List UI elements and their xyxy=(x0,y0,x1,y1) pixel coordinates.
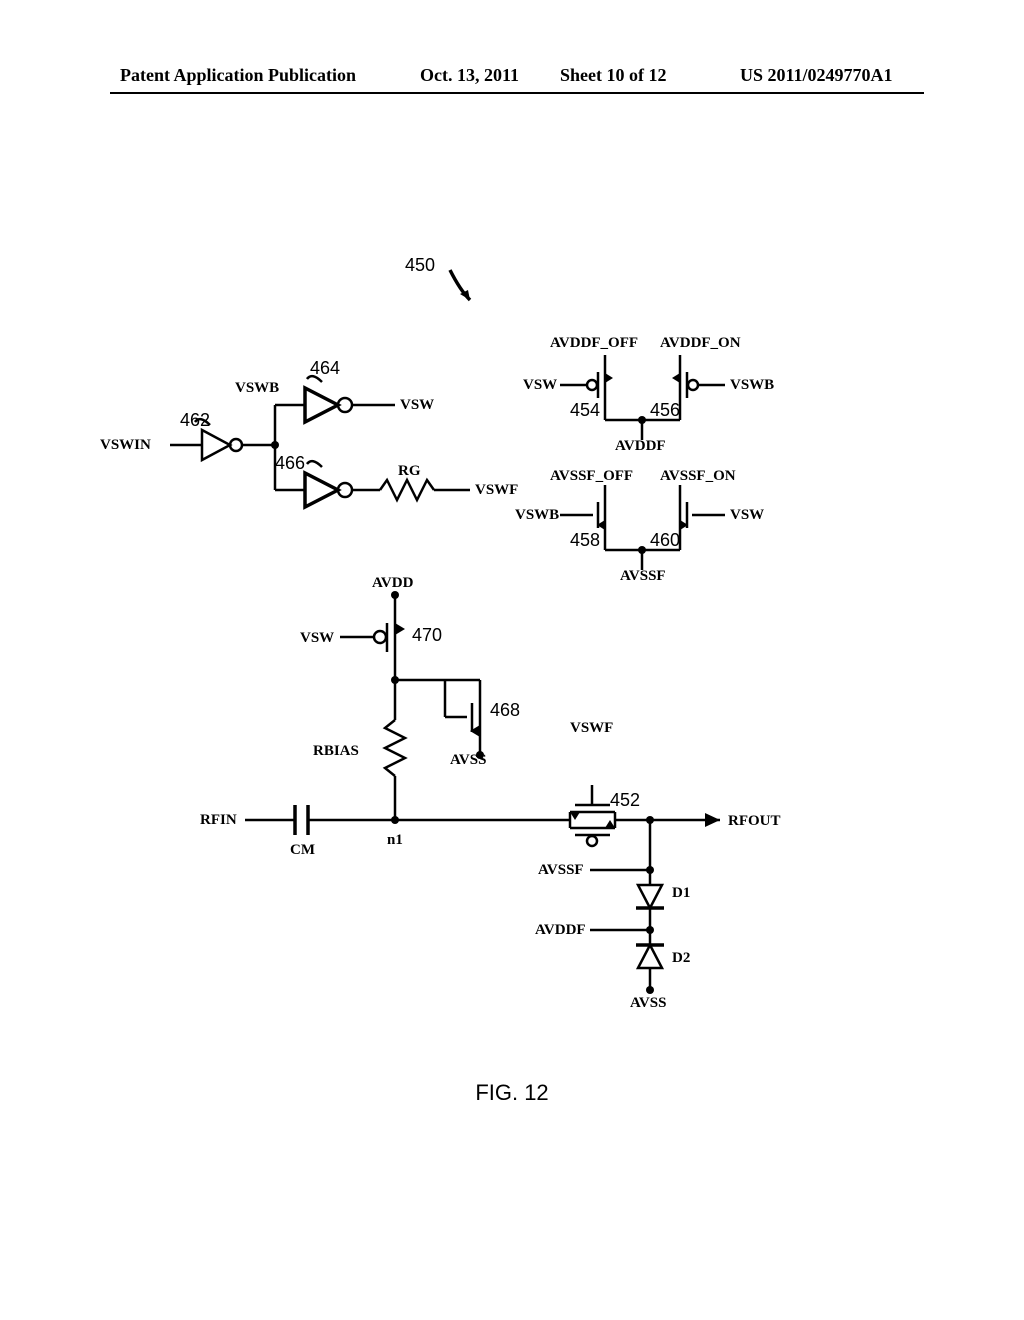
header-date: Oct. 13, 2011 xyxy=(420,65,519,86)
label-rfin: RFIN xyxy=(200,812,237,829)
inverter-462 xyxy=(202,430,242,460)
label-vswb: VSWB xyxy=(235,380,279,397)
header-publication: Patent Application Publication xyxy=(120,65,356,86)
pmos-470 xyxy=(340,620,405,655)
label-vswf-2: VSWF xyxy=(570,720,613,737)
figure-caption: FIG. 12 xyxy=(0,1080,1024,1106)
tgate-452 xyxy=(570,785,615,846)
header-pubno: US 2011/0249770A1 xyxy=(740,65,893,86)
ref-458: 458 xyxy=(570,530,600,551)
label-vswb-3: VSWB xyxy=(515,507,559,524)
ref-arrow-450 xyxy=(450,270,470,300)
nmos-468 xyxy=(445,680,480,737)
label-avddf-2: AVDDF xyxy=(535,922,586,939)
resistor-rg xyxy=(380,480,434,500)
label-vswin: VSWIN xyxy=(100,437,151,454)
resistor-rbias xyxy=(385,720,405,776)
label-cm: CM xyxy=(290,842,315,859)
header-rule xyxy=(110,92,924,94)
label-rfout: RFOUT xyxy=(728,813,781,830)
label-avddf-off: AVDDF_OFF xyxy=(550,335,638,352)
capacitor-cm xyxy=(295,805,308,835)
ref-464: 464 xyxy=(310,358,340,379)
ref-468: 468 xyxy=(490,700,520,721)
label-avssf-off: AVSSF_OFF xyxy=(550,468,633,485)
label-vswf-1: VSWF xyxy=(475,482,518,499)
ref-454: 454 xyxy=(570,400,600,421)
label-rg: RG xyxy=(398,463,421,480)
label-avssf-1: AVSSF xyxy=(620,568,666,585)
nmos-460 xyxy=(680,500,725,530)
pmos-454 xyxy=(560,370,613,400)
label-avss-2: AVSS xyxy=(630,995,666,1012)
label-avdd: AVDD xyxy=(372,575,413,592)
ref-452: 452 xyxy=(610,790,640,811)
label-avddf-on: AVDDF_ON xyxy=(660,335,741,352)
diode-d1 xyxy=(636,870,664,930)
label-vswb-2: VSWB xyxy=(730,377,774,394)
label-avss-1: AVSS xyxy=(450,752,486,769)
label-vsw-3: VSW xyxy=(730,507,764,524)
circuit-diagram: 450 VSWIN 462 VSWB 464 VSW 466 RG VSWF A… xyxy=(150,260,850,1080)
label-vsw-1: VSW xyxy=(400,397,434,414)
inverter-466 xyxy=(305,473,352,507)
label-d2: D2 xyxy=(672,950,690,967)
diode-d2 xyxy=(636,930,664,990)
label-avddf: AVDDF xyxy=(615,438,666,455)
nmos-458 xyxy=(560,500,605,530)
ref-450: 450 xyxy=(405,255,435,276)
header-sheet: Sheet 10 of 12 xyxy=(560,65,667,86)
label-avssf-on: AVSSF_ON xyxy=(660,468,736,485)
ref-456: 456 xyxy=(650,400,680,421)
ref-470: 470 xyxy=(412,625,442,646)
pmos-456 xyxy=(672,370,725,400)
label-n1: n1 xyxy=(387,832,403,849)
label-d1: D1 xyxy=(672,885,690,902)
ref-460: 460 xyxy=(650,530,680,551)
label-rbias: RBIAS xyxy=(313,743,359,760)
label-vsw-4: VSW xyxy=(300,630,334,647)
ref-466: 466 xyxy=(275,453,305,474)
label-vsw-2: VSW xyxy=(523,377,557,394)
inverter-464 xyxy=(305,388,352,422)
label-avssf-2: AVSSF xyxy=(538,862,584,879)
ref-462: 462 xyxy=(180,410,210,431)
